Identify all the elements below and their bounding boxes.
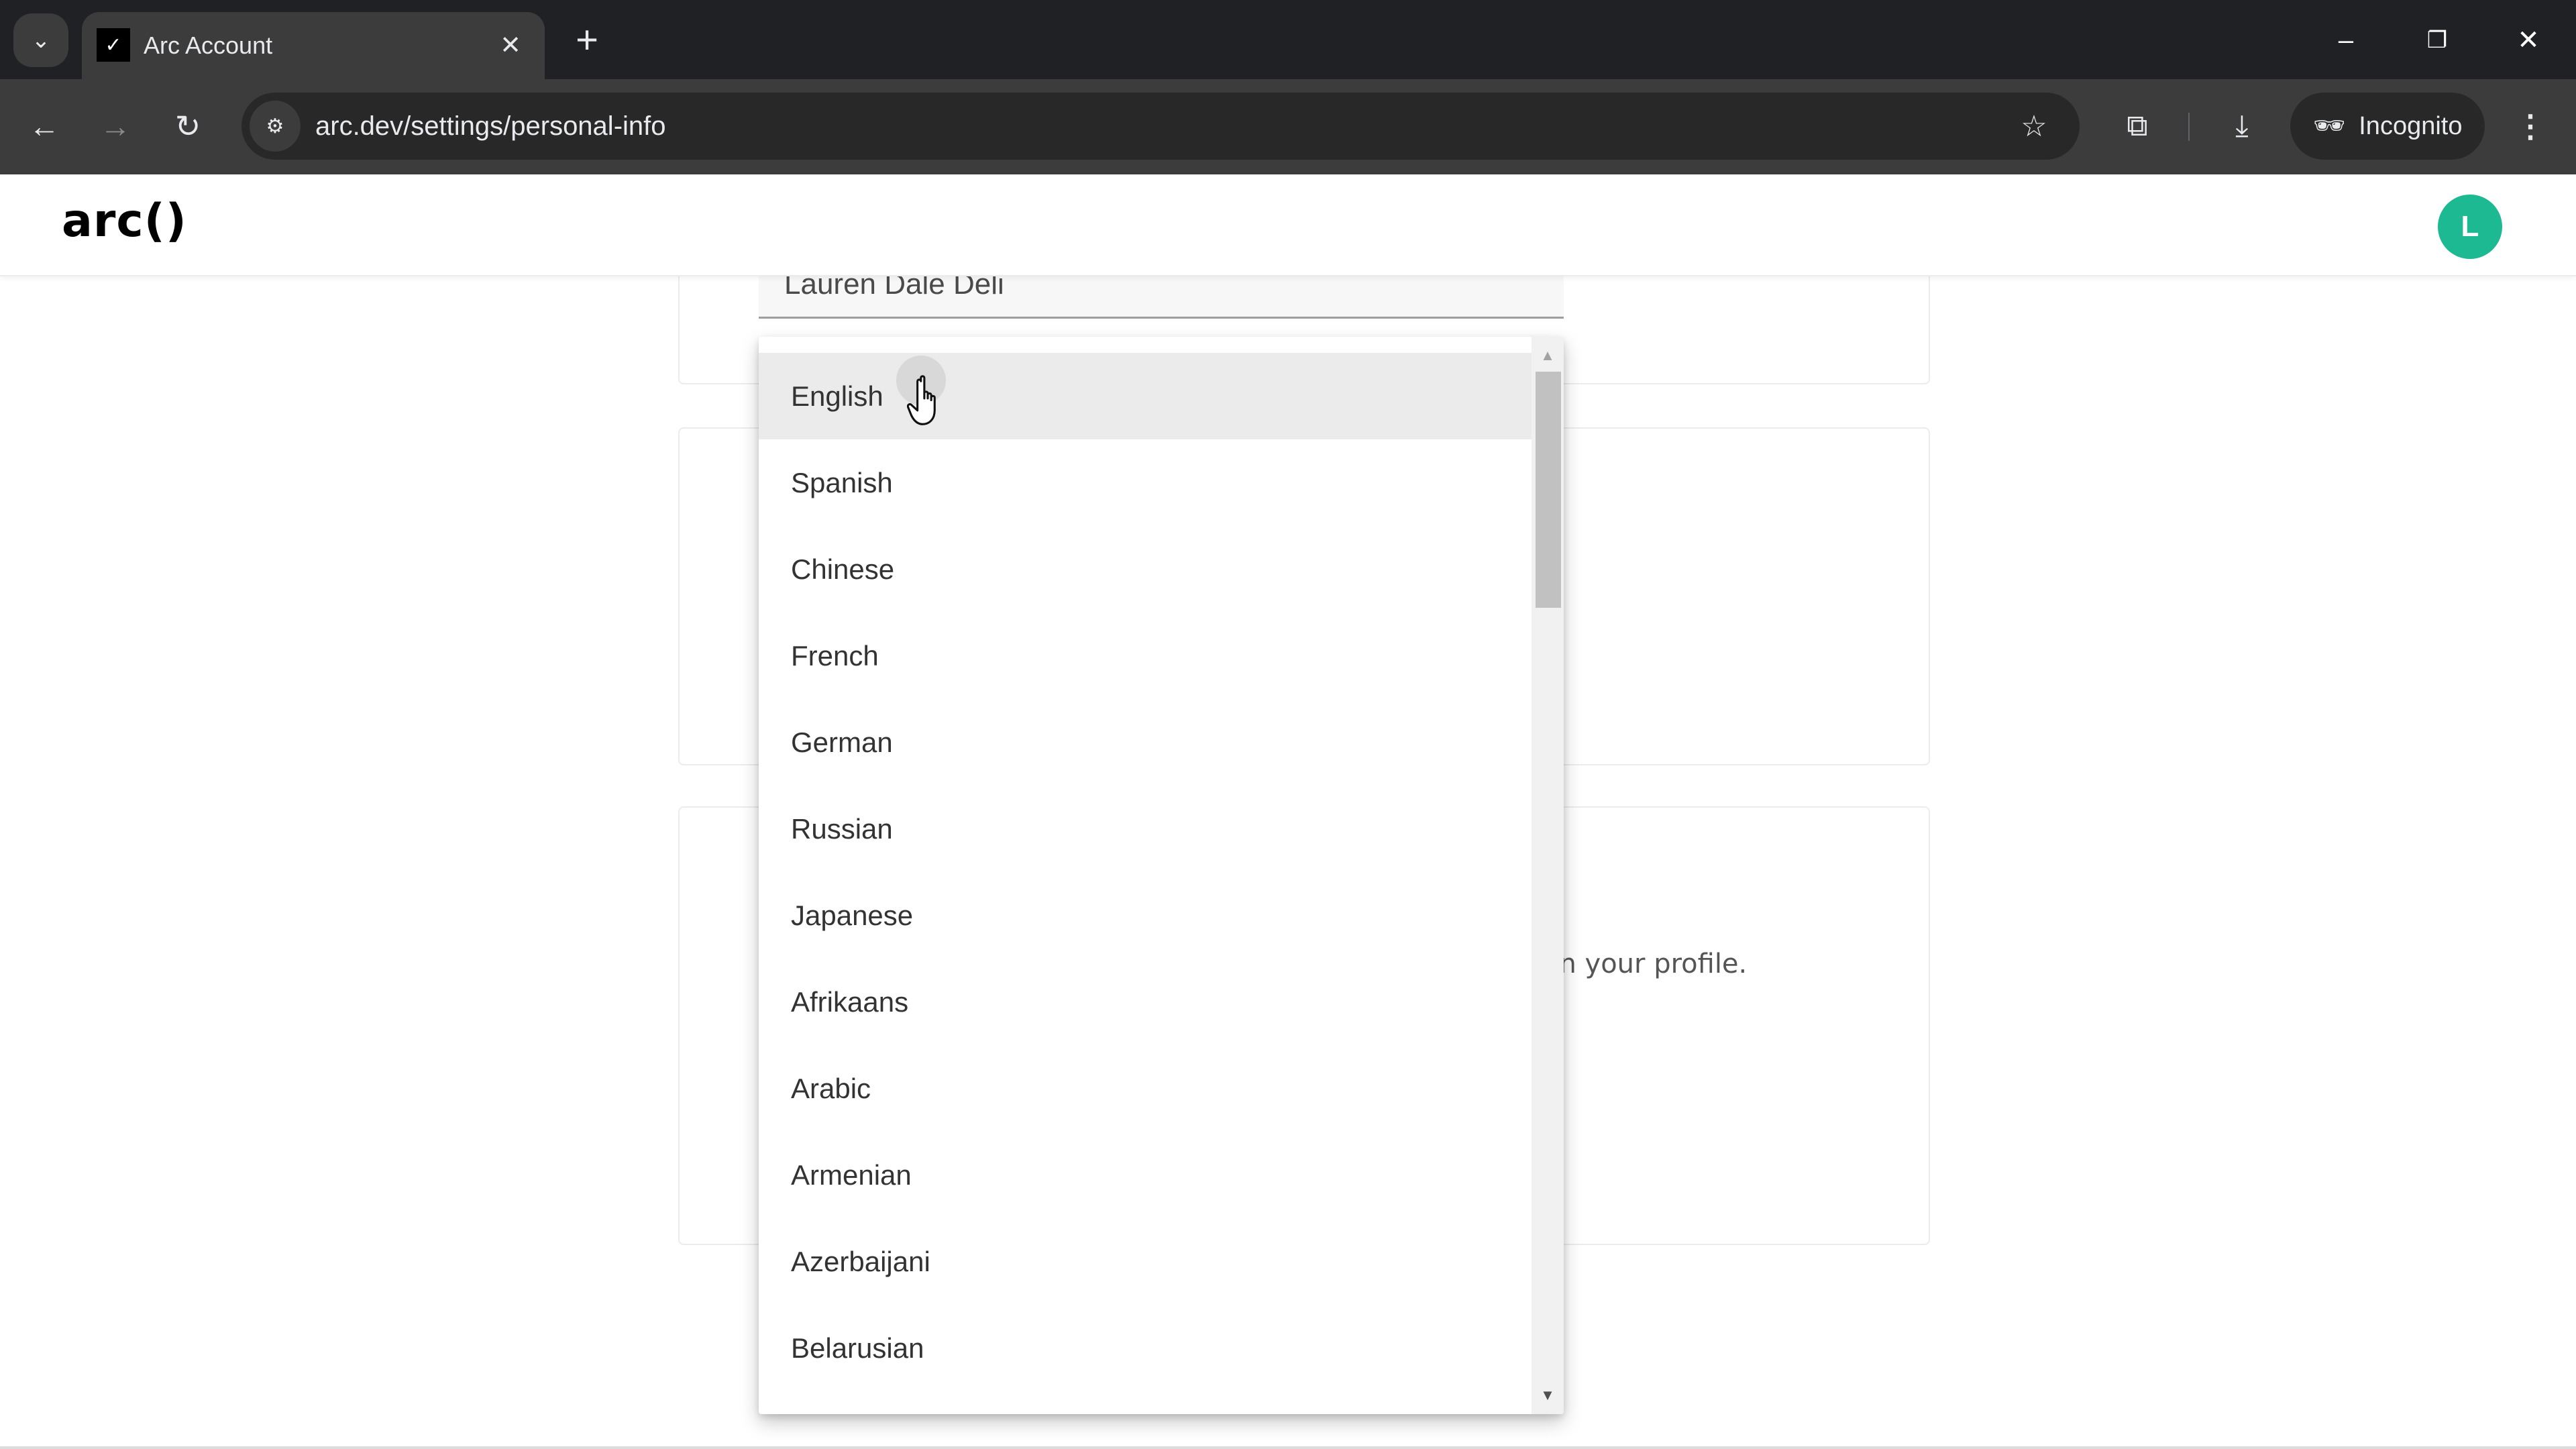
profile-description-text: on your profile.: [1543, 949, 1748, 979]
language-option-label: Afrikaans: [791, 985, 909, 1018]
dropdown-scrollbar[interactable]: ▲ ▼: [1532, 337, 1564, 1414]
arc-favicon-icon: ✓: [97, 28, 130, 62]
arrow-left-icon: ←: [29, 109, 60, 144]
tab-close-button[interactable]: ✕: [492, 27, 529, 63]
chevron-down-icon: ⌄: [31, 28, 51, 53]
app-header: arc() L: [0, 174, 2576, 276]
language-option-label: Chinese: [791, 553, 895, 585]
tab-search-button[interactable]: ⌄: [13, 13, 68, 67]
plus-icon: +: [576, 17, 598, 62]
triangle-down-icon: ▼: [1540, 1387, 1555, 1403]
language-option-chinese[interactable]: Chinese: [759, 526, 1532, 612]
full-name-input[interactable]: Lauren Dale Deli: [759, 276, 1564, 319]
download-icon: ⤓: [2235, 109, 2249, 142]
restore-button[interactable]: ❐: [2407, 13, 2467, 67]
close-icon: ✕: [2517, 25, 2540, 55]
site-info-button[interactable]: ⚙: [250, 101, 301, 152]
more-vert-icon: ⋮: [2515, 109, 2546, 144]
back-button[interactable]: ←: [17, 99, 71, 153]
restore-icon: ❐: [2426, 28, 2448, 53]
scrollbar-thumb[interactable]: [1536, 372, 1561, 608]
language-dropdown-menu[interactable]: English Spanish Chinese French German Russian…: [759, 337, 1564, 1414]
language-option-afrikaans[interactable]: Afrikaans: [759, 959, 1532, 1045]
window-close-button[interactable]: ✕: [2498, 13, 2559, 67]
language-option-english[interactable]: English: [759, 353, 1532, 439]
language-option-belarusian[interactable]: Belarusian: [759, 1305, 1532, 1391]
language-option-label: Azerbaijani: [791, 1245, 930, 1277]
browser-tab-bar: ⌄ ✓ Arc Account ✕ + – ❐ ✕: [0, 0, 2576, 79]
url-text[interactable]: arc.dev/settings/personal-info: [315, 109, 666, 144]
tab-title: Arc Account: [144, 32, 273, 59]
star-icon: ☆: [2021, 109, 2047, 143]
incognito-badge[interactable]: 🕶 Incognito: [2290, 93, 2485, 160]
scroll-down-button[interactable]: ▼: [1532, 1382, 1564, 1409]
triangle-up-icon: ▲: [1540, 347, 1555, 364]
language-option-label: Russian: [791, 812, 893, 845]
language-option-arabic[interactable]: Arabic: [759, 1045, 1532, 1132]
address-bar[interactable]: ⚙ arc.dev/settings/personal-info ☆: [241, 93, 2080, 160]
incognito-icon: 🕶: [2313, 112, 2346, 140]
downloads-button[interactable]: ⤓: [2215, 99, 2269, 153]
browser-toolbar: ← → ↻ ⚙ arc.dev/settings/personal-info ☆…: [0, 79, 2576, 174]
forward-button[interactable]: →: [89, 99, 142, 153]
scroll-up-button[interactable]: ▲: [1532, 342, 1564, 369]
language-options-list: English Spanish Chinese French German Russian…: [759, 353, 1532, 1391]
language-option-armenian[interactable]: Armenian: [759, 1132, 1532, 1218]
language-option-japanese[interactable]: Japanese: [759, 872, 1532, 959]
avatar-initial: L: [2461, 210, 2479, 243]
language-option-spanish[interactable]: Spanish: [759, 439, 1532, 526]
arc-logo[interactable]: arc(): [62, 195, 187, 248]
language-option-german[interactable]: German: [759, 699, 1532, 786]
close-icon: ✕: [500, 31, 521, 60]
full-name-value: Lauren Dale Deli: [784, 276, 1004, 301]
language-option-russian[interactable]: Russian: [759, 786, 1532, 872]
tab-arc-account[interactable]: ✓ Arc Account ✕: [82, 12, 545, 79]
language-option-label: Japanese: [791, 899, 914, 931]
incognito-label: Incognito: [2359, 111, 2463, 140]
hand-pointer-cursor-icon: [907, 375, 936, 425]
page-bottom-divider: [0, 1446, 2576, 1449]
language-option-french[interactable]: French: [759, 612, 1532, 699]
language-option-label: Belarusian: [791, 1332, 924, 1364]
puzzle-icon: ⧉: [2127, 109, 2148, 142]
language-option-label: German: [791, 726, 893, 758]
minimize-button[interactable]: –: [2316, 13, 2376, 67]
language-option-azerbaijani[interactable]: Azerbaijani: [759, 1218, 1532, 1305]
toolbar-divider: [2188, 113, 2190, 141]
browser-menu-button[interactable]: ⋮: [2504, 99, 2557, 153]
language-option-label: Armenian: [791, 1159, 912, 1191]
language-option-label: Arabic: [791, 1072, 871, 1104]
language-option-label: English: [791, 380, 883, 412]
bookmark-button[interactable]: ☆: [2015, 107, 2053, 145]
language-option-label: French: [791, 639, 879, 672]
minimize-icon: –: [2338, 25, 2354, 55]
language-option-label: Spanish: [791, 466, 893, 498]
tune-icon: ⚙: [266, 115, 284, 138]
new-tab-button[interactable]: +: [564, 16, 610, 63]
user-avatar[interactable]: L: [2438, 195, 2502, 259]
reload-icon: ↻: [174, 109, 201, 144]
reload-button[interactable]: ↻: [161, 99, 215, 153]
extensions-button[interactable]: ⧉: [2110, 99, 2164, 153]
arrow-right-icon: →: [100, 109, 131, 144]
